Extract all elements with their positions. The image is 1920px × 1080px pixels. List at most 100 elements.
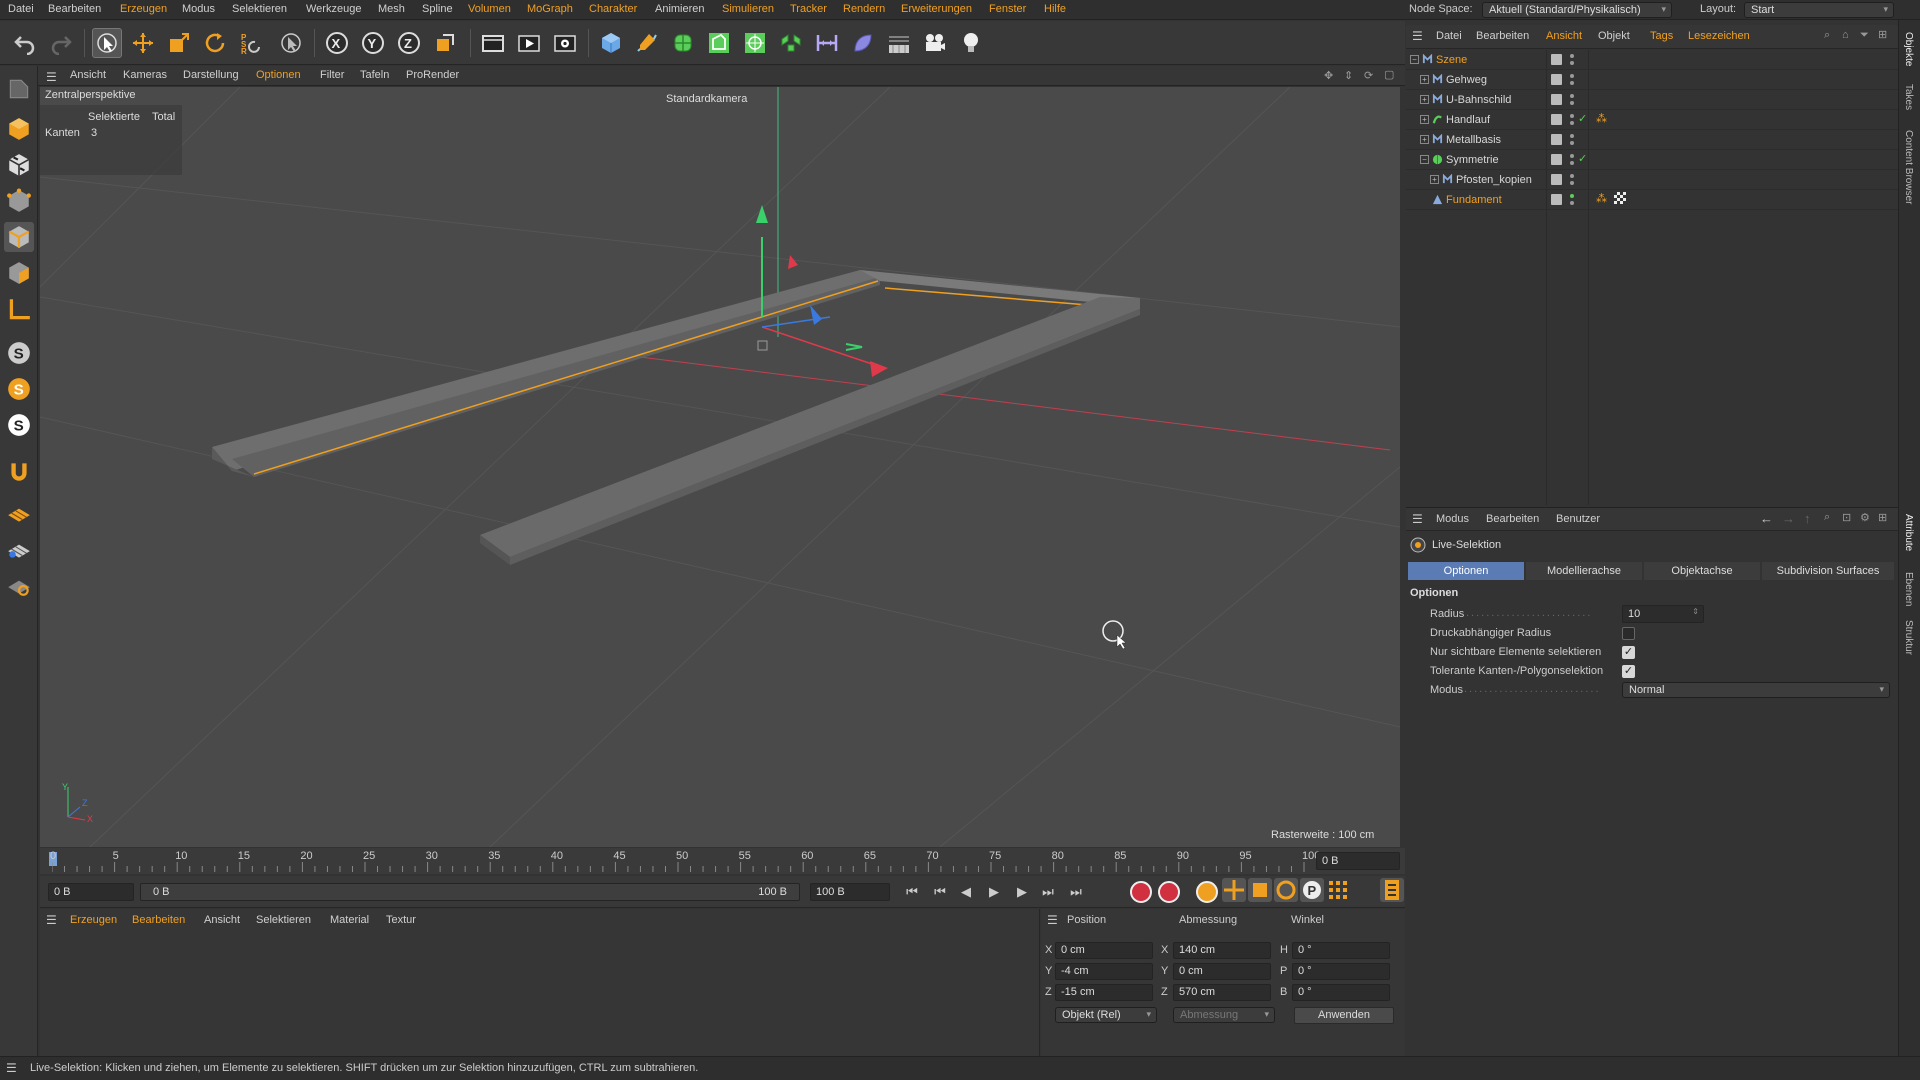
menu-simulieren[interactable]: Simulieren	[722, 3, 774, 15]
key-scale-icon[interactable]	[1248, 878, 1272, 902]
vp-menu-ansicht[interactable]: Ansicht	[70, 69, 106, 81]
workplane-icon[interactable]	[4, 498, 34, 528]
mm-menu-erzeugen[interactable]: Erzeugen	[70, 914, 117, 926]
visibility-editor-icon[interactable]	[1570, 94, 1574, 98]
om-menu-lesezeichen[interactable]: Lesezeichen	[1688, 30, 1750, 42]
side-tab-content-browser[interactable]: Content Browser	[1903, 130, 1914, 204]
collapse-icon[interactable]: −	[1420, 155, 1429, 164]
layout-dropdown[interactable]: Start ▾	[1744, 2, 1894, 18]
rotate-icon[interactable]	[200, 28, 230, 58]
collapse-icon[interactable]: −	[1410, 55, 1419, 64]
previous-key-icon[interactable]: ⏮	[930, 882, 950, 902]
expand-icon[interactable]: +	[1420, 75, 1429, 84]
menu-spline[interactable]: Spline	[422, 3, 453, 15]
camera-icon[interactable]	[920, 28, 950, 58]
side-tab-struktur[interactable]: Struktur	[1903, 620, 1914, 655]
recent-tools-icon[interactable]	[276, 28, 306, 58]
x-axis-lock-icon[interactable]: X	[322, 28, 352, 58]
menu-animieren[interactable]: Animieren	[655, 3, 705, 15]
visibility-editor-icon[interactable]	[1570, 194, 1574, 198]
polygons-mode-icon[interactable]	[4, 258, 34, 288]
visibility-editor-icon[interactable]	[1570, 134, 1574, 138]
om-menu-objekt[interactable]: Objekt	[1598, 30, 1630, 42]
live-selection-icon[interactable]	[92, 28, 122, 58]
menu-rendern[interactable]: Rendern	[843, 3, 885, 15]
lock-icon[interactable]: ⊡	[1842, 511, 1851, 524]
tolerant-selection-checkbox[interactable]: ✓	[1622, 665, 1635, 678]
mm-menu-bearbeiten[interactable]: Bearbeiten	[132, 914, 185, 926]
y-axis-lock-icon[interactable]: Y	[358, 28, 388, 58]
move-icon[interactable]	[128, 28, 158, 58]
object-row[interactable]: + Gehweg	[1406, 70, 1898, 90]
snap-mode-icon[interactable]: S	[4, 410, 34, 440]
size-x-field[interactable]: 140 cm	[1173, 942, 1271, 959]
layer-toggle[interactable]	[1551, 134, 1562, 145]
keyframe-selection-icon[interactable]	[1196, 881, 1218, 903]
side-tab-attribute[interactable]: Attribute	[1903, 514, 1914, 551]
object-row[interactable]: − Szene	[1406, 50, 1898, 70]
model-mode-icon[interactable]	[4, 114, 34, 144]
hamburger-icon[interactable]: ☰	[6, 1061, 17, 1075]
forward-arrow-icon[interactable]: →	[1782, 511, 1795, 526]
light-icon[interactable]	[956, 28, 986, 58]
side-tab-ebenen[interactable]: Ebenen	[1903, 572, 1914, 606]
menu-bearbeiten[interactable]: Bearbeiten	[48, 3, 101, 15]
timeline-layout-icon[interactable]	[1380, 878, 1404, 902]
visible-only-checkbox[interactable]: ✓	[1622, 646, 1635, 659]
mm-menu-textur[interactable]: Textur	[386, 914, 416, 926]
am-menu-bearbeiten[interactable]: Bearbeiten	[1486, 513, 1539, 525]
visibility-render-icon[interactable]	[1570, 61, 1574, 65]
coordinate-system-icon[interactable]	[430, 28, 460, 58]
visibility-render-icon[interactable]	[1570, 201, 1574, 205]
side-tab-objekte[interactable]: Objekte	[1903, 32, 1914, 66]
layer-toggle[interactable]	[1551, 114, 1562, 125]
tab-modellierachse[interactable]: Modellierachse	[1526, 562, 1642, 580]
record-key-icon[interactable]	[1130, 881, 1152, 903]
material-manager[interactable]: ☰ Erzeugen Bearbeiten Ansicht Selektiere…	[40, 909, 1040, 1056]
hamburger-icon[interactable]: ☰	[1412, 29, 1423, 43]
current-frame-field[interactable]: 0 B	[1316, 852, 1400, 870]
hamburger-icon[interactable]: ☰	[46, 70, 57, 84]
vp-menu-filter[interactable]: Filter	[320, 69, 344, 81]
visibility-editor-icon[interactable]	[1570, 114, 1574, 118]
am-menu-benutzer[interactable]: Benutzer	[1556, 513, 1600, 525]
start-frame-field[interactable]: 0 B	[48, 883, 134, 901]
key-pla-icon[interactable]	[1326, 878, 1350, 902]
layer-toggle[interactable]	[1551, 174, 1562, 185]
hamburger-icon[interactable]: ☰	[1047, 913, 1058, 927]
new-panel-icon[interactable]: ⊞	[1878, 511, 1887, 524]
timeline-ruler[interactable]: 0 5 10 15 20 25 30 35 40 45 50 55 60 65 70 75 80 85 90 95 10…	[40, 848, 1405, 874]
layer-toggle[interactable]	[1551, 74, 1562, 85]
z-axis-lock-icon[interactable]: Z	[394, 28, 424, 58]
axis-mode-icon[interactable]	[4, 294, 34, 324]
tab-optionen[interactable]: Optionen	[1408, 562, 1524, 580]
planar-workplane-icon[interactable]	[4, 570, 34, 600]
expand-icon[interactable]: +	[1420, 95, 1429, 104]
home-icon[interactable]: ⌂	[1842, 29, 1849, 41]
material-tag-icon[interactable]: ⁂	[1596, 112, 1607, 125]
play-icon[interactable]: ▶	[984, 882, 1004, 902]
object-row[interactable]: − Symmetrie ✓	[1406, 150, 1898, 170]
texture-tag-icon[interactable]	[1614, 192, 1626, 204]
menu-tracker[interactable]: Tracker	[790, 3, 827, 15]
om-menu-bearbeiten[interactable]: Bearbeiten	[1476, 30, 1529, 42]
maximize-view-icon[interactable]: ▢	[1384, 68, 1394, 81]
tab-subdivision-surfaces[interactable]: Subdivision Surfaces	[1762, 562, 1894, 580]
search-icon[interactable]: ⌕	[1824, 29, 1830, 42]
rotate-view-icon[interactable]: ⟳	[1364, 69, 1373, 82]
pos-x-field[interactable]: 0 cm	[1055, 942, 1153, 959]
auto-key-icon[interactable]	[1158, 881, 1180, 903]
stepper-icon[interactable]: ⇕	[1692, 607, 1699, 616]
coords-size-mode-dropdown[interactable]: Abmessung ▾	[1173, 1007, 1275, 1023]
snap-icon[interactable]: S	[4, 338, 34, 368]
hamburger-icon[interactable]: ☰	[46, 913, 57, 927]
tab-objektachse[interactable]: Objektachse	[1644, 562, 1760, 580]
key-rotation-icon[interactable]	[1274, 878, 1298, 902]
key-parameter-icon[interactable]: P	[1300, 878, 1324, 902]
menu-mesh[interactable]: Mesh	[378, 3, 405, 15]
mode-dropdown[interactable]: Normal ▾	[1622, 682, 1890, 698]
am-menu-modus[interactable]: Modus	[1436, 513, 1469, 525]
mm-menu-material[interactable]: Material	[330, 914, 369, 926]
rot-b-field[interactable]: 0 °	[1292, 984, 1390, 1001]
search-icon[interactable]: ⌕	[1824, 511, 1830, 524]
